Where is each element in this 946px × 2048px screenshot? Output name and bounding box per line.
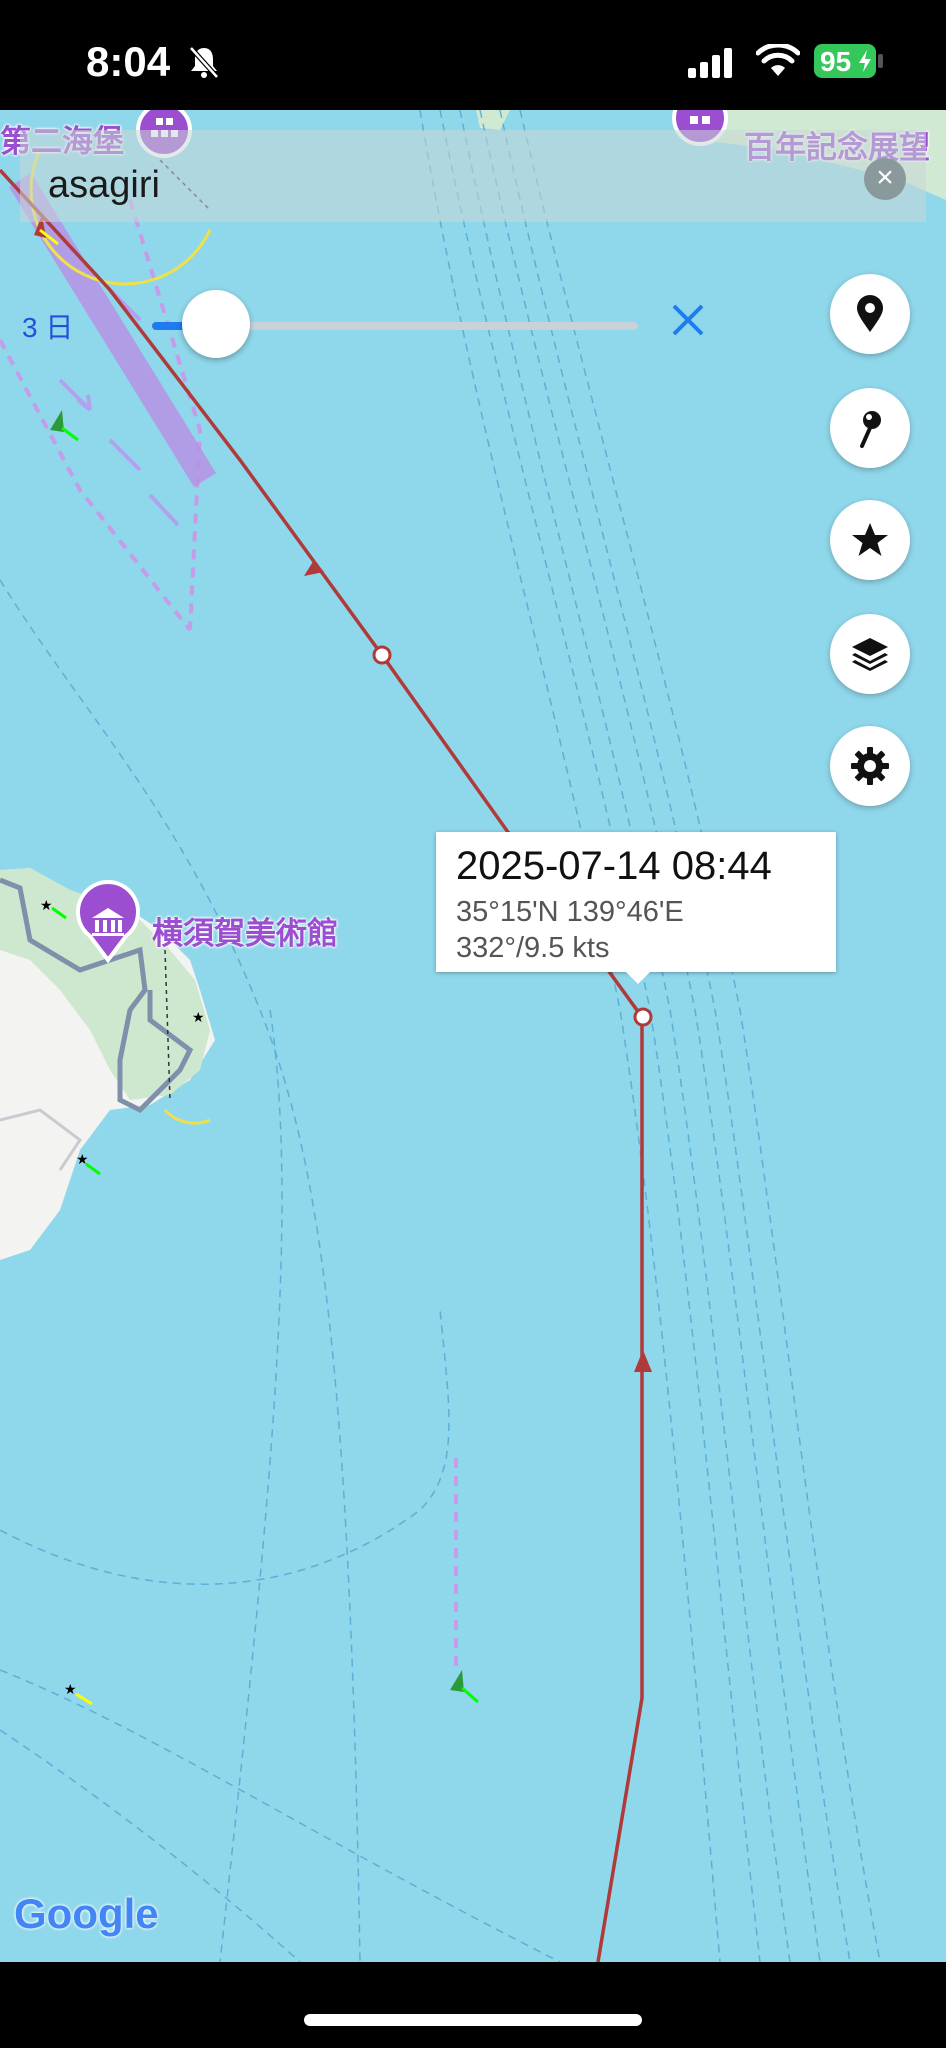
- bell-muted-icon: [189, 46, 219, 79]
- map-base: ★ ★ ★ ★: [0, 110, 946, 1962]
- layers-icon: [852, 638, 888, 671]
- signal-icon: [688, 48, 732, 78]
- callout-timestamp: 2025-07-14 08:44: [456, 844, 772, 888]
- battery-level: 95: [820, 46, 852, 77]
- star-icon: [852, 523, 888, 556]
- settings-button[interactable]: [830, 726, 910, 806]
- callout-arrow: [624, 970, 652, 984]
- svg-text:★: ★: [192, 1009, 205, 1025]
- gear-icon: [851, 747, 889, 785]
- map-view[interactable]: ★ ★ ★ ★ 第二海堡 百年記念展望 横須賀美術館 asagiri ×: [0, 110, 946, 1962]
- status-time: 8:04: [86, 38, 171, 85]
- my-location-button[interactable]: [830, 274, 910, 354]
- search-clear-button[interactable]: ×: [864, 158, 906, 200]
- slider-close-icon[interactable]: [668, 300, 708, 340]
- slider-label: 3 日: [22, 312, 74, 343]
- svg-text:★: ★: [40, 897, 53, 913]
- search-bar[interactable]: asagiri ×: [20, 130, 926, 222]
- google-logo-text: Google: [14, 1890, 159, 1937]
- slider-thumb[interactable]: [182, 290, 250, 358]
- battery-cap: [878, 54, 883, 68]
- close-icon: ×: [876, 161, 894, 194]
- callout-position: 35°15'N 139°46'E: [456, 896, 684, 928]
- favorites-button[interactable]: [830, 500, 910, 580]
- drop-pin-button[interactable]: [830, 388, 910, 468]
- track-point-callout[interactable]: 2025-07-14 08:44 35°15'N 139°46'E 332°/9…: [436, 832, 836, 972]
- google-attribution: Google: [14, 1890, 159, 1938]
- svg-text:★: ★: [64, 1681, 77, 1697]
- location-pin-icon: [857, 295, 883, 332]
- wifi-icon: [756, 44, 800, 76]
- layers-button[interactable]: [830, 614, 910, 694]
- map-pin-icon: [860, 411, 881, 448]
- search-input[interactable]: asagiri: [48, 164, 160, 207]
- battery-icon: 95: [814, 44, 876, 78]
- poi-label-museum[interactable]: 横須賀美術館: [152, 908, 338, 953]
- bottom-bar: [0, 1962, 946, 2048]
- callout-course-speed: 332°/9.5 kts: [456, 932, 610, 964]
- status-bar: 8:04 95: [0, 0, 946, 110]
- home-indicator[interactable]: [304, 2014, 642, 2026]
